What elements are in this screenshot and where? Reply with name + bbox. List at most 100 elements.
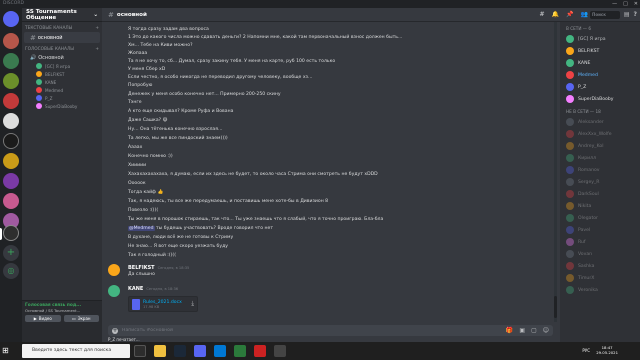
explore-servers-icon[interactable]: ◎ <box>3 263 19 279</box>
upload-plus-icon[interactable]: + <box>112 327 118 334</box>
file-explorer-icon[interactable] <box>154 345 166 357</box>
file-icon <box>132 298 140 310</box>
server-icon[interactable] <box>3 93 19 109</box>
category-text-channels[interactable]: Текстовые каналы + <box>22 22 102 32</box>
server-icon[interactable] <box>3 53 19 69</box>
language-indicator[interactable]: РУС <box>582 348 590 353</box>
search-input[interactable]: Поиск <box>590 11 620 19</box>
member-name: Medmed <box>578 72 598 78</box>
app-icon[interactable] <box>234 345 246 357</box>
server-icon[interactable] <box>3 153 19 169</box>
voice-user[interactable]: SuperDiaBooby <box>22 102 102 110</box>
avatar <box>566 154 574 162</box>
voice-user[interactable]: Medmed <box>22 86 102 94</box>
user-mention[interactable]: @Medmed <box>128 226 155 231</box>
chevron-down-icon[interactable]: ⌄ <box>93 12 98 18</box>
member-item[interactable]: P_Z <box>560 81 640 93</box>
author-name[interactable]: KANE <box>128 286 143 292</box>
server-icon[interactable] <box>3 33 19 49</box>
file-name[interactable]: Rules_2021.docx <box>143 300 182 305</box>
member-item[interactable]: KANE <box>560 57 640 69</box>
add-server-icon[interactable]: + <box>3 245 19 261</box>
member-item[interactable]: Aleksander <box>560 116 640 128</box>
server-icon[interactable] <box>3 173 19 189</box>
app-icon[interactable] <box>274 345 286 357</box>
voice-user[interactable]: BELFIKST <box>22 70 102 78</box>
message-line: Повезло :(((( <box>128 208 159 213</box>
members-icon[interactable]: 👥 <box>581 11 588 18</box>
server-name: SS Tournaments Общение <box>26 8 77 21</box>
member-item[interactable]: Medmed <box>560 69 640 81</box>
server-icon[interactable] <box>3 113 19 129</box>
channel-osnovnoy[interactable]: # основной <box>24 32 100 43</box>
inbox-icon[interactable]: ▤ <box>624 11 630 18</box>
server-icon[interactable] <box>3 225 19 241</box>
member-item[interactable]: Romanov <box>560 164 640 176</box>
member-item[interactable]: Nikita <box>560 200 640 212</box>
home-icon[interactable] <box>3 11 19 27</box>
avatar <box>566 202 574 210</box>
category-voice-channels[interactable]: Голосовые каналы + <box>22 43 102 53</box>
store-icon[interactable] <box>214 345 226 357</box>
member-item[interactable]: Vovan <box>560 248 640 260</box>
add-channel-icon[interactable]: + <box>95 47 99 52</box>
video-button[interactable]: ▶ Видео <box>25 315 61 322</box>
download-icon[interactable]: ⤓ <box>191 300 194 308</box>
emoji-icon[interactable]: ☺ <box>543 327 549 334</box>
screen-share-button[interactable]: ▭ Экран <box>63 315 99 322</box>
close-icon[interactable]: ✕ <box>634 0 638 8</box>
task-view-icon[interactable] <box>134 345 146 357</box>
server-icon[interactable] <box>3 73 19 89</box>
voice-user[interactable]: [GC] Я игра <box>22 62 102 70</box>
member-item[interactable]: Sashka <box>560 260 640 272</box>
avatar[interactable] <box>108 285 120 297</box>
sticker-icon[interactable]: ▢ <box>531 327 537 334</box>
scrollbar-thumb[interactable] <box>554 296 557 318</box>
gif-icon[interactable]: ▣ <box>519 327 525 334</box>
threads-icon[interactable]: # <box>540 11 545 18</box>
member-item[interactable]: Veronika <box>560 284 640 296</box>
maximize-icon[interactable]: □ <box>623 0 628 8</box>
message-line: Да слышно <box>128 272 155 277</box>
member-name: P_Z <box>578 84 587 90</box>
help-icon[interactable]: ? <box>634 11 637 18</box>
avatar[interactable] <box>108 264 120 276</box>
bell-icon[interactable]: 🔔 <box>552 11 559 18</box>
minimize-icon[interactable]: — <box>612 0 617 8</box>
voice-user[interactable]: KANE <box>22 78 102 86</box>
member-item[interactable]: TimurX <box>560 272 640 284</box>
gift-icon[interactable]: 🎁 <box>506 327 513 334</box>
discord-taskbar-icon[interactable] <box>194 345 206 357</box>
message-author[interactable]: KANE Сегодня, в 18:36 <box>128 286 178 292</box>
member-item[interactable]: BELFIKST <box>560 45 640 57</box>
member-item[interactable]: [GC] Я игра <box>560 33 640 45</box>
server-icon[interactable] <box>3 133 19 149</box>
message-author[interactable]: BELFIKST Сегодня, в 18:35 <box>128 265 189 271</box>
member-item[interactable]: Andrey_Kol <box>560 140 640 152</box>
member-item[interactable]: SuperDiaBooby <box>560 93 640 105</box>
voice-channel-osnovnoy[interactable]: 🔊 Основной <box>24 53 100 62</box>
add-channel-icon[interactable]: + <box>95 26 99 31</box>
member-item[interactable]: Кирилл <box>560 152 640 164</box>
clock[interactable]: 18:47 29.05.2021 <box>596 345 618 355</box>
message-input[interactable] <box>122 328 502 333</box>
opera-icon[interactable] <box>254 345 266 357</box>
server-header[interactable]: SS Tournaments Общение ⌄ <box>22 8 102 22</box>
member-item[interactable]: Sergey_R <box>560 176 640 188</box>
message-line: Тогда кайф 👍 <box>128 190 164 195</box>
author-name[interactable]: BELFIKST <box>128 265 155 271</box>
server-icon[interactable] <box>3 193 19 209</box>
member-item[interactable]: Pavel <box>560 224 640 236</box>
taskbar-search-input[interactable]: Введите здесь текст для поиска <box>22 344 130 358</box>
steam-icon[interactable] <box>174 345 186 357</box>
member-item[interactable]: Ruf <box>560 236 640 248</box>
channel-sidebar: SS Tournaments Общение ⌄ Текстовые канал… <box>22 8 102 342</box>
message-line: Попробую <box>128 83 153 88</box>
member-item[interactable]: DarkSoul <box>560 188 640 200</box>
voice-user[interactable]: P_Z <box>22 94 102 102</box>
member-item[interactable]: Olegator <box>560 212 640 224</box>
pin-icon[interactable]: 📌 <box>566 11 573 18</box>
message-scrollbar[interactable] <box>554 22 557 322</box>
windows-start-icon[interactable]: ⊞ <box>2 346 12 356</box>
member-item[interactable]: AlexXxx_Wolfe <box>560 128 640 140</box>
